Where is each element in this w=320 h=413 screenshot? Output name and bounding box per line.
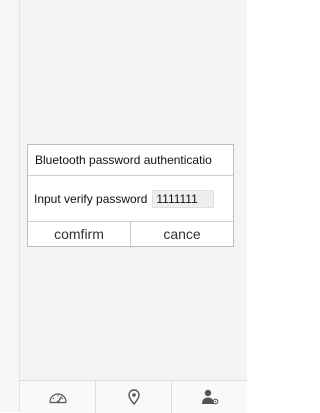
nav-location[interactable] bbox=[96, 381, 172, 413]
nav-user-settings[interactable] bbox=[172, 381, 247, 413]
password-input[interactable]: 1111111 bbox=[152, 189, 215, 208]
cancel-button[interactable]: cance bbox=[131, 222, 233, 248]
speedometer-icon bbox=[48, 393, 67, 404]
password-label: Input verify password bbox=[34, 191, 148, 206]
dialog-button-row: comfirm cance bbox=[28, 222, 233, 248]
bottom-nav-bar bbox=[20, 380, 247, 413]
nav-dashboard[interactable] bbox=[20, 381, 96, 413]
user-settings-icon bbox=[201, 389, 218, 405]
bluetooth-auth-dialog: Bluetooth password authenticatio Input v… bbox=[27, 144, 234, 248]
confirm-button[interactable]: comfirm bbox=[28, 222, 131, 248]
dialog-title: Bluetooth password authenticatio bbox=[28, 145, 233, 176]
left-margin-strip bbox=[0, 0, 20, 412]
app-screen: Bluetooth password authenticatio Input v… bbox=[0, 0, 247, 413]
password-row: Input verify password 1111111 bbox=[28, 176, 233, 222]
location-pin-icon bbox=[127, 389, 140, 405]
